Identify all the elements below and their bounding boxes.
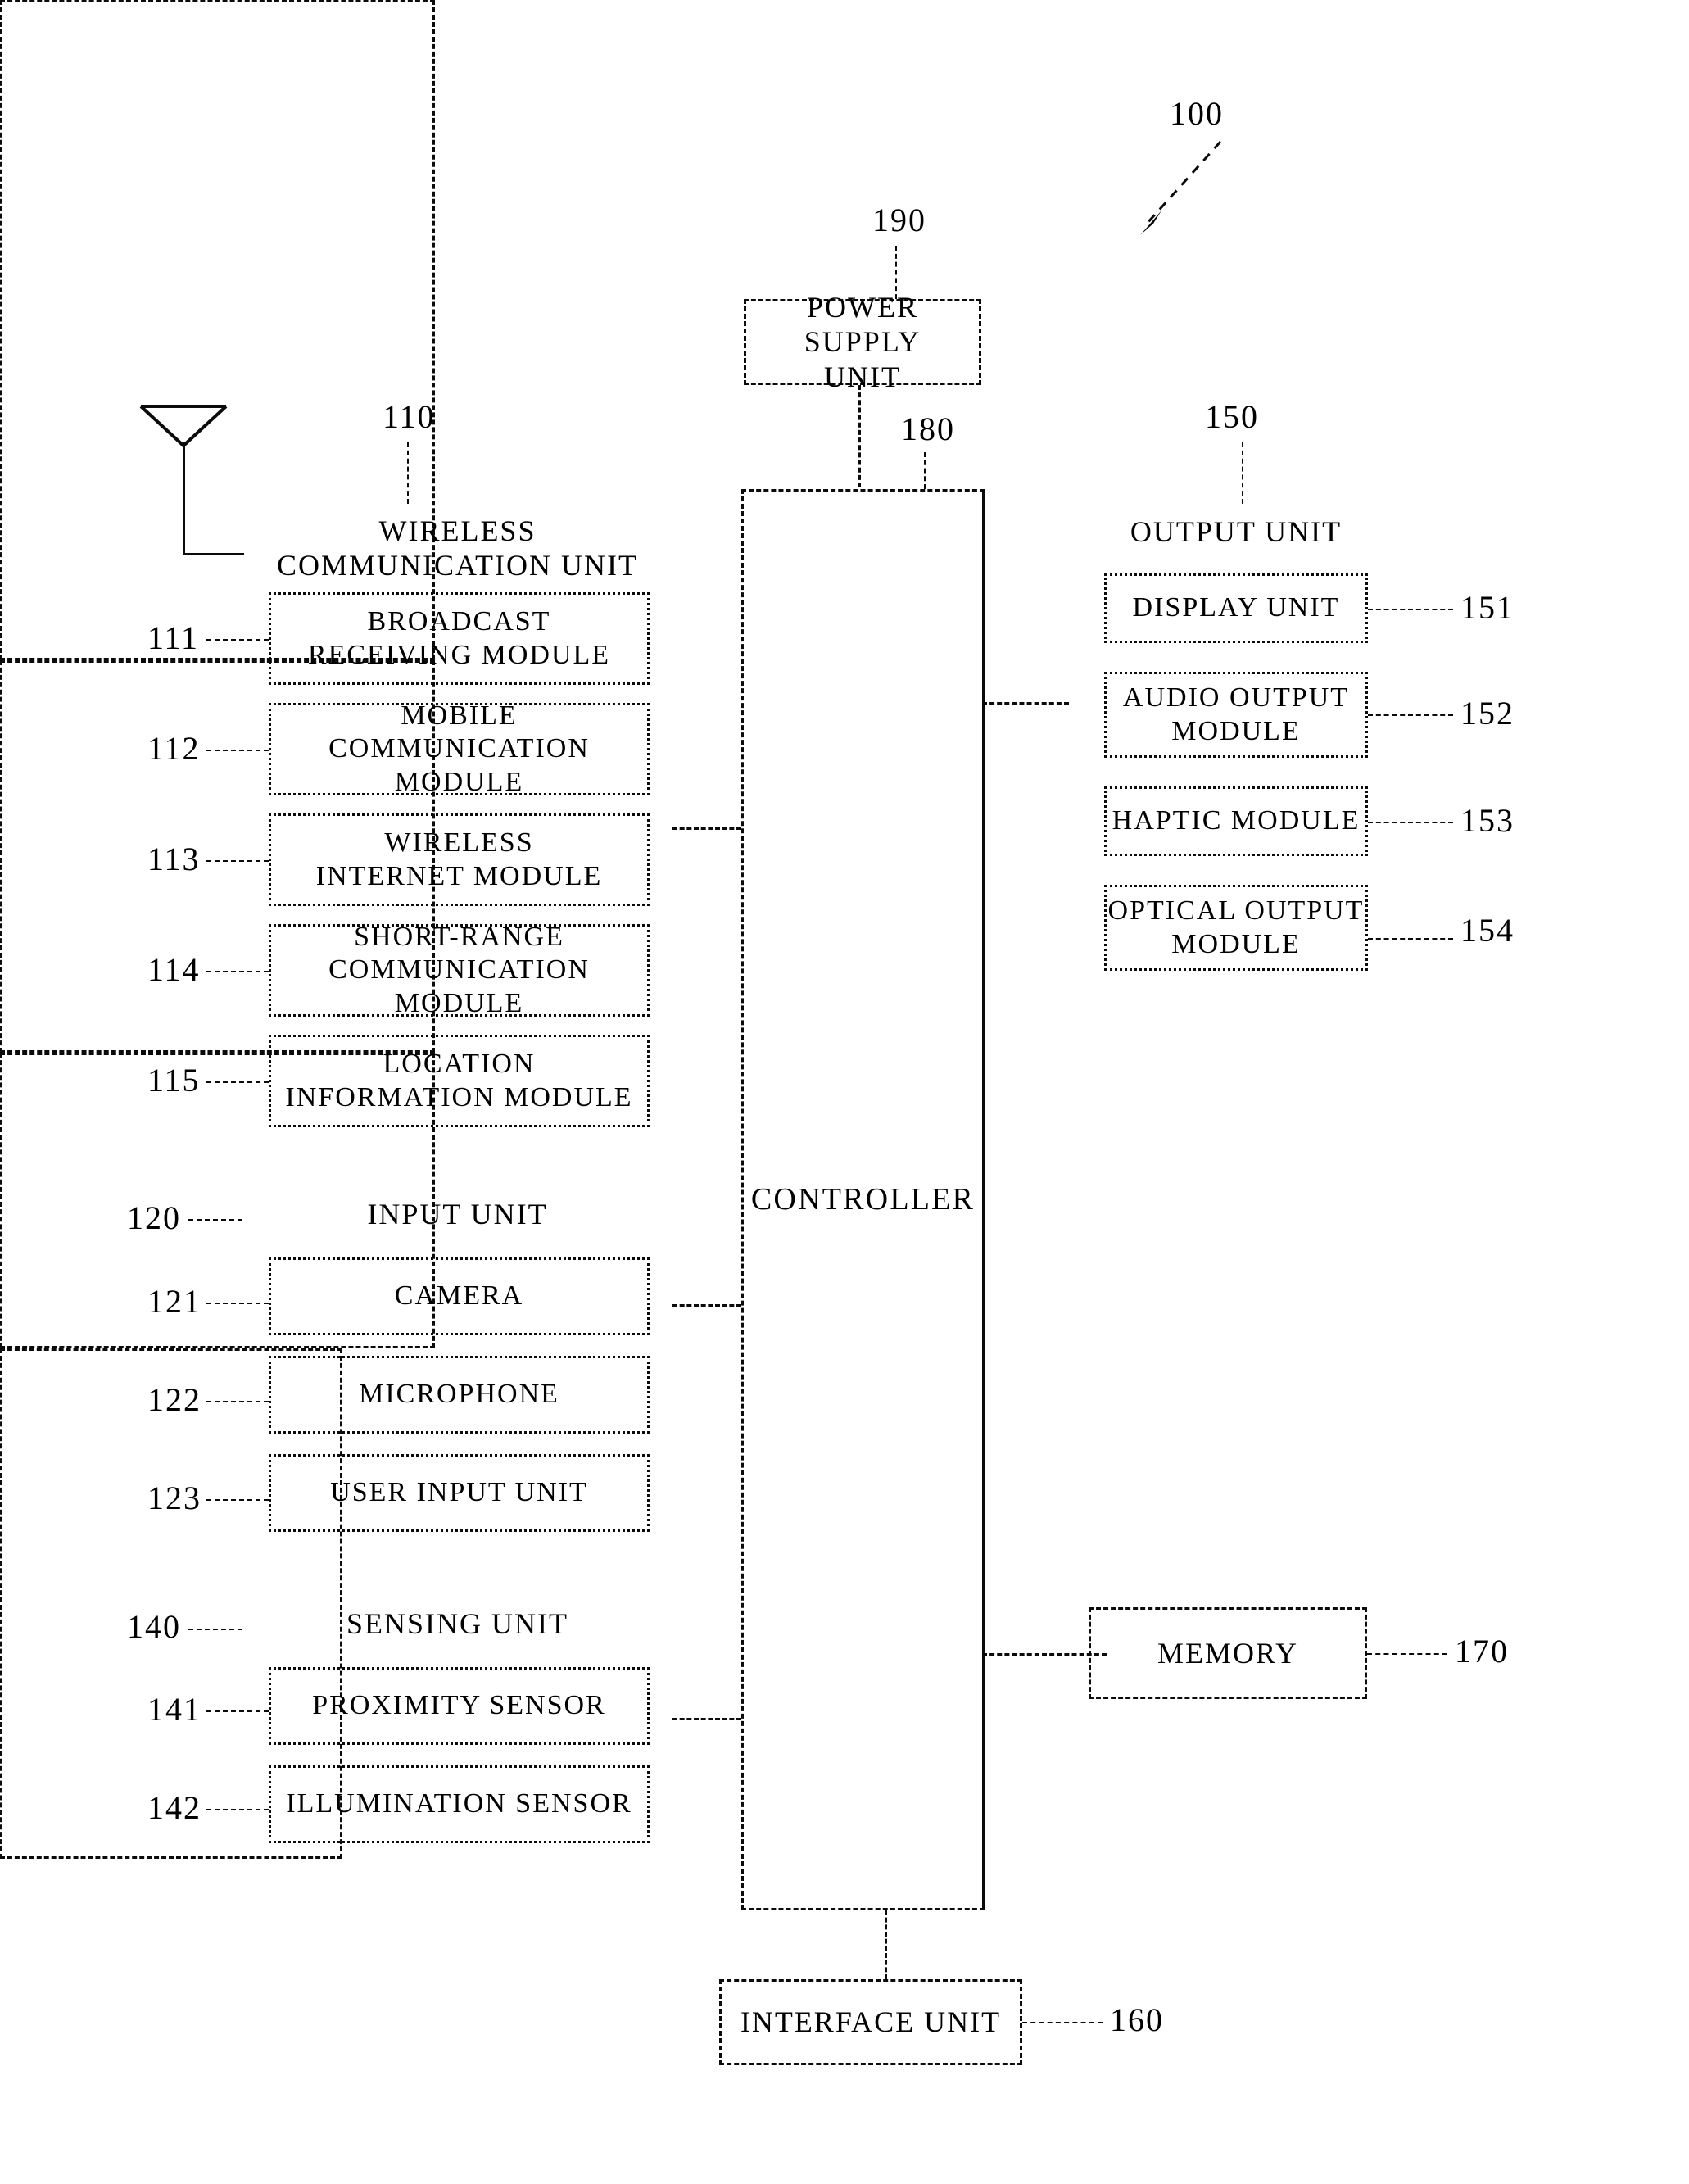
connector-controller-to-output bbox=[982, 702, 1069, 705]
ref-160: 160 bbox=[1110, 2001, 1164, 2038]
ref-121: 121 bbox=[147, 1283, 202, 1320]
broadcast-receiving-module-label: BROADCAST RECEIVING MODULE bbox=[307, 606, 611, 670]
haptic-module-label: HAPTIC MODULE bbox=[1112, 805, 1361, 836]
audio-output-module-label: AUDIO OUTPUT MODULE bbox=[1122, 682, 1350, 746]
leader-154 bbox=[1368, 938, 1453, 940]
illumination-sensor-label: ILLUMINATION SENSOR bbox=[286, 1788, 632, 1819]
wireless-internet-module-block: WIRELESS INTERNET MODULE bbox=[269, 813, 650, 906]
microphone-block: MICROPHONE bbox=[269, 1356, 650, 1434]
camera-block: CAMERA bbox=[269, 1257, 650, 1335]
connector-input-to-controller bbox=[672, 1304, 741, 1307]
leader-120 bbox=[188, 1219, 242, 1221]
interface-unit-block: INTERFACE UNIT bbox=[719, 1979, 1022, 2065]
leader-114 bbox=[206, 971, 269, 972]
connector-sensing-to-controller bbox=[672, 1718, 741, 1720]
leader-115 bbox=[206, 1081, 269, 1083]
ref-180: 180 bbox=[901, 410, 955, 447]
camera-label: CAMERA bbox=[394, 1280, 524, 1312]
interface-unit-label: INTERFACE UNIT bbox=[740, 2005, 1002, 2039]
user-input-unit-label: USER INPUT UNIT bbox=[330, 1477, 588, 1508]
connector-controller-to-interface bbox=[885, 1910, 887, 1979]
leader-151 bbox=[1368, 609, 1453, 610]
ref-111: 111 bbox=[147, 619, 200, 656]
leader-123 bbox=[206, 1499, 269, 1501]
ref-150: 150 bbox=[1205, 398, 1259, 435]
ref-123: 123 bbox=[147, 1479, 202, 1516]
input-unit-label: INPUT UNIT bbox=[367, 1197, 548, 1230]
wireless-internet-module-label: WIRELESS INTERNET MODULE bbox=[315, 827, 603, 891]
ref-142: 142 bbox=[147, 1789, 202, 1826]
leader-122 bbox=[206, 1401, 269, 1402]
ref-114: 114 bbox=[147, 951, 201, 988]
antenna-icon bbox=[139, 405, 228, 448]
leader-140 bbox=[188, 1629, 242, 1630]
ref-100-arrow-icon bbox=[1140, 140, 1222, 235]
mobile-communication-module-block: MOBILE COMMUNICATION MODULE bbox=[269, 700, 650, 797]
location-information-module-label: LOCATION INFORMATION MODULE bbox=[285, 1049, 633, 1112]
leader-160 bbox=[1022, 2022, 1103, 2023]
controller-block: CONTROLLER bbox=[741, 489, 985, 1910]
leader-111 bbox=[206, 639, 269, 641]
leader-142 bbox=[206, 1809, 269, 1810]
sensing-unit-title: SENSING UNIT bbox=[242, 1592, 672, 1656]
leader-141 bbox=[206, 1710, 269, 1712]
leader-180 bbox=[924, 452, 926, 489]
ref-100: 100 bbox=[1170, 95, 1224, 132]
leader-121 bbox=[206, 1303, 269, 1304]
controller-label: CONTROLLER bbox=[750, 1182, 976, 1217]
ref-113: 113 bbox=[147, 841, 201, 877]
memory-label: MEMORY bbox=[1157, 1636, 1299, 1670]
short-range-communication-module-block: SHORT-RANGE COMMUNICATION MODULE bbox=[269, 922, 650, 1018]
short-range-communication-module-label: SHORT-RANGE COMMUNICATION MODULE bbox=[328, 922, 590, 1018]
leader-170 bbox=[1367, 1653, 1447, 1655]
display-unit-block: DISPLAY UNIT bbox=[1104, 573, 1368, 643]
leader-152 bbox=[1368, 714, 1453, 716]
ref-112: 112 bbox=[147, 730, 201, 767]
ref-141: 141 bbox=[147, 1691, 202, 1728]
location-information-module-block: LOCATION INFORMATION MODULE bbox=[269, 1035, 650, 1127]
audio-output-module-block: AUDIO OUTPUT MODULE bbox=[1104, 672, 1368, 758]
wireless-communication-unit-title: WIRELESS COMMUNICATION UNIT bbox=[242, 504, 672, 592]
output-unit-label: OUTPUT UNIT bbox=[1130, 514, 1343, 548]
ref-152: 152 bbox=[1460, 695, 1515, 732]
ref-154: 154 bbox=[1460, 912, 1515, 949]
proximity-sensor-label: PROXIMITY SENSOR bbox=[312, 1690, 606, 1721]
antenna-stem bbox=[183, 442, 185, 553]
ref-122: 122 bbox=[147, 1381, 202, 1418]
antenna-lead-to-wcu bbox=[183, 553, 244, 555]
optical-output-module-label: OPTICAL OUTPUT MODULE bbox=[1107, 895, 1365, 959]
leader-150 bbox=[1242, 442, 1243, 504]
illumination-sensor-block: ILLUMINATION SENSOR bbox=[269, 1765, 650, 1843]
haptic-module-block: HAPTIC MODULE bbox=[1104, 786, 1368, 856]
leader-153 bbox=[1368, 822, 1453, 823]
leader-113 bbox=[206, 860, 269, 862]
microphone-label: MICROPHONE bbox=[359, 1379, 559, 1410]
wireless-communication-unit-label: WIRELESS COMMUNICATION UNIT bbox=[277, 514, 638, 582]
ref-170: 170 bbox=[1455, 1633, 1509, 1670]
ref-120: 120 bbox=[127, 1199, 181, 1236]
optical-output-module-block: OPTICAL OUTPUT MODULE bbox=[1104, 885, 1368, 971]
proximity-sensor-block: PROXIMITY SENSOR bbox=[269, 1667, 650, 1745]
power-supply-unit-label: POWER SUPPLY UNIT bbox=[804, 290, 921, 393]
memory-block: MEMORY bbox=[1089, 1607, 1367, 1699]
ref-115: 115 bbox=[147, 1062, 201, 1099]
ref-151: 151 bbox=[1460, 589, 1515, 626]
power-supply-unit-block: POWER SUPPLY UNIT bbox=[744, 291, 981, 393]
user-input-unit-block: USER INPUT UNIT bbox=[269, 1454, 650, 1532]
ref-153: 153 bbox=[1460, 802, 1515, 839]
connector-wcu-to-controller bbox=[672, 827, 741, 830]
sensing-unit-label: SENSING UNIT bbox=[346, 1606, 568, 1640]
output-unit-title: OUTPUT UNIT bbox=[1067, 500, 1405, 564]
input-unit-title: INPUT UNIT bbox=[242, 1182, 672, 1246]
mobile-communication-module-label: MOBILE COMMUNICATION MODULE bbox=[328, 700, 590, 797]
ref-190: 190 bbox=[872, 202, 926, 238]
patent-figure-sheet: 100 190 POWER SUPPLY UNIT 180 CONTROLLER… bbox=[0, 0, 1689, 2184]
connector-power-to-controller bbox=[858, 385, 861, 487]
display-unit-label: DISPLAY UNIT bbox=[1132, 592, 1340, 623]
ref-140: 140 bbox=[127, 1608, 181, 1645]
leader-110 bbox=[407, 442, 409, 504]
ref-110: 110 bbox=[383, 398, 436, 435]
leader-112 bbox=[206, 750, 269, 751]
broadcast-receiving-module-block: BROADCAST RECEIVING MODULE bbox=[269, 592, 650, 685]
